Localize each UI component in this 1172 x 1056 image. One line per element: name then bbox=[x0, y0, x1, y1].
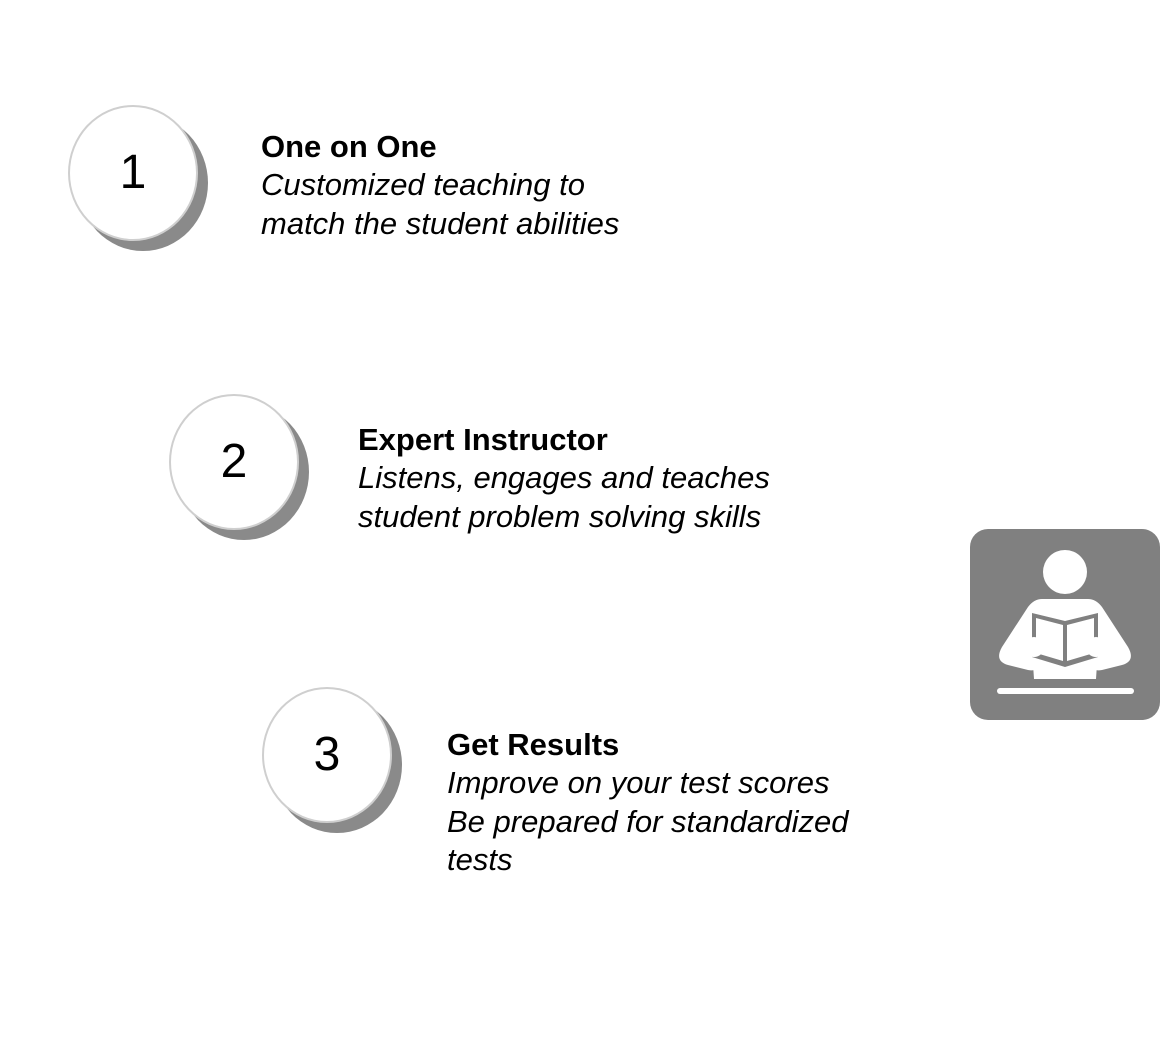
step-2-title: Expert Instructor bbox=[358, 422, 608, 457]
step-1-badge-face: 1 bbox=[68, 105, 198, 241]
step-3-text: Get Results Improve on your test scores … bbox=[447, 726, 849, 880]
step-2-badge: 2 bbox=[169, 394, 309, 540]
person-reading-book-icon bbox=[970, 529, 1160, 720]
step-3-number: 3 bbox=[313, 728, 341, 781]
step-2-text: Expert Instructor Listens, engages and t… bbox=[358, 421, 770, 536]
step-1-text: One on One Customized teaching to match … bbox=[261, 128, 619, 243]
step-1-description-line-1: Customized teaching to bbox=[261, 167, 585, 202]
step-2-description-line-2: student problem solving skills bbox=[358, 498, 762, 534]
step-1-badge: 1 bbox=[68, 105, 208, 251]
step-2-description-line-1: Listens, engages and teaches bbox=[358, 460, 770, 495]
step-3-description-line-2: Be prepared for standardized bbox=[447, 803, 849, 839]
step-3-description-line-3: tests bbox=[447, 842, 513, 877]
reader-head bbox=[1043, 550, 1087, 594]
step-1-description-line-2: match the student abilities bbox=[261, 205, 620, 241]
reader-left-hand bbox=[1024, 637, 1044, 657]
step-3-description-line-1: Improve on your test scores bbox=[447, 765, 830, 800]
step-3-badge-face: 3 bbox=[262, 687, 392, 823]
step-3-title: Get Results bbox=[447, 727, 620, 762]
step-2-number: 2 bbox=[220, 435, 248, 488]
step-2-badge-face: 2 bbox=[169, 394, 299, 530]
reader-table bbox=[997, 688, 1134, 694]
step-1-title: One on One bbox=[261, 129, 437, 164]
step-3-badge: 3 bbox=[262, 687, 402, 833]
step-1-number: 1 bbox=[119, 146, 147, 199]
reader-right-hand bbox=[1086, 637, 1106, 657]
